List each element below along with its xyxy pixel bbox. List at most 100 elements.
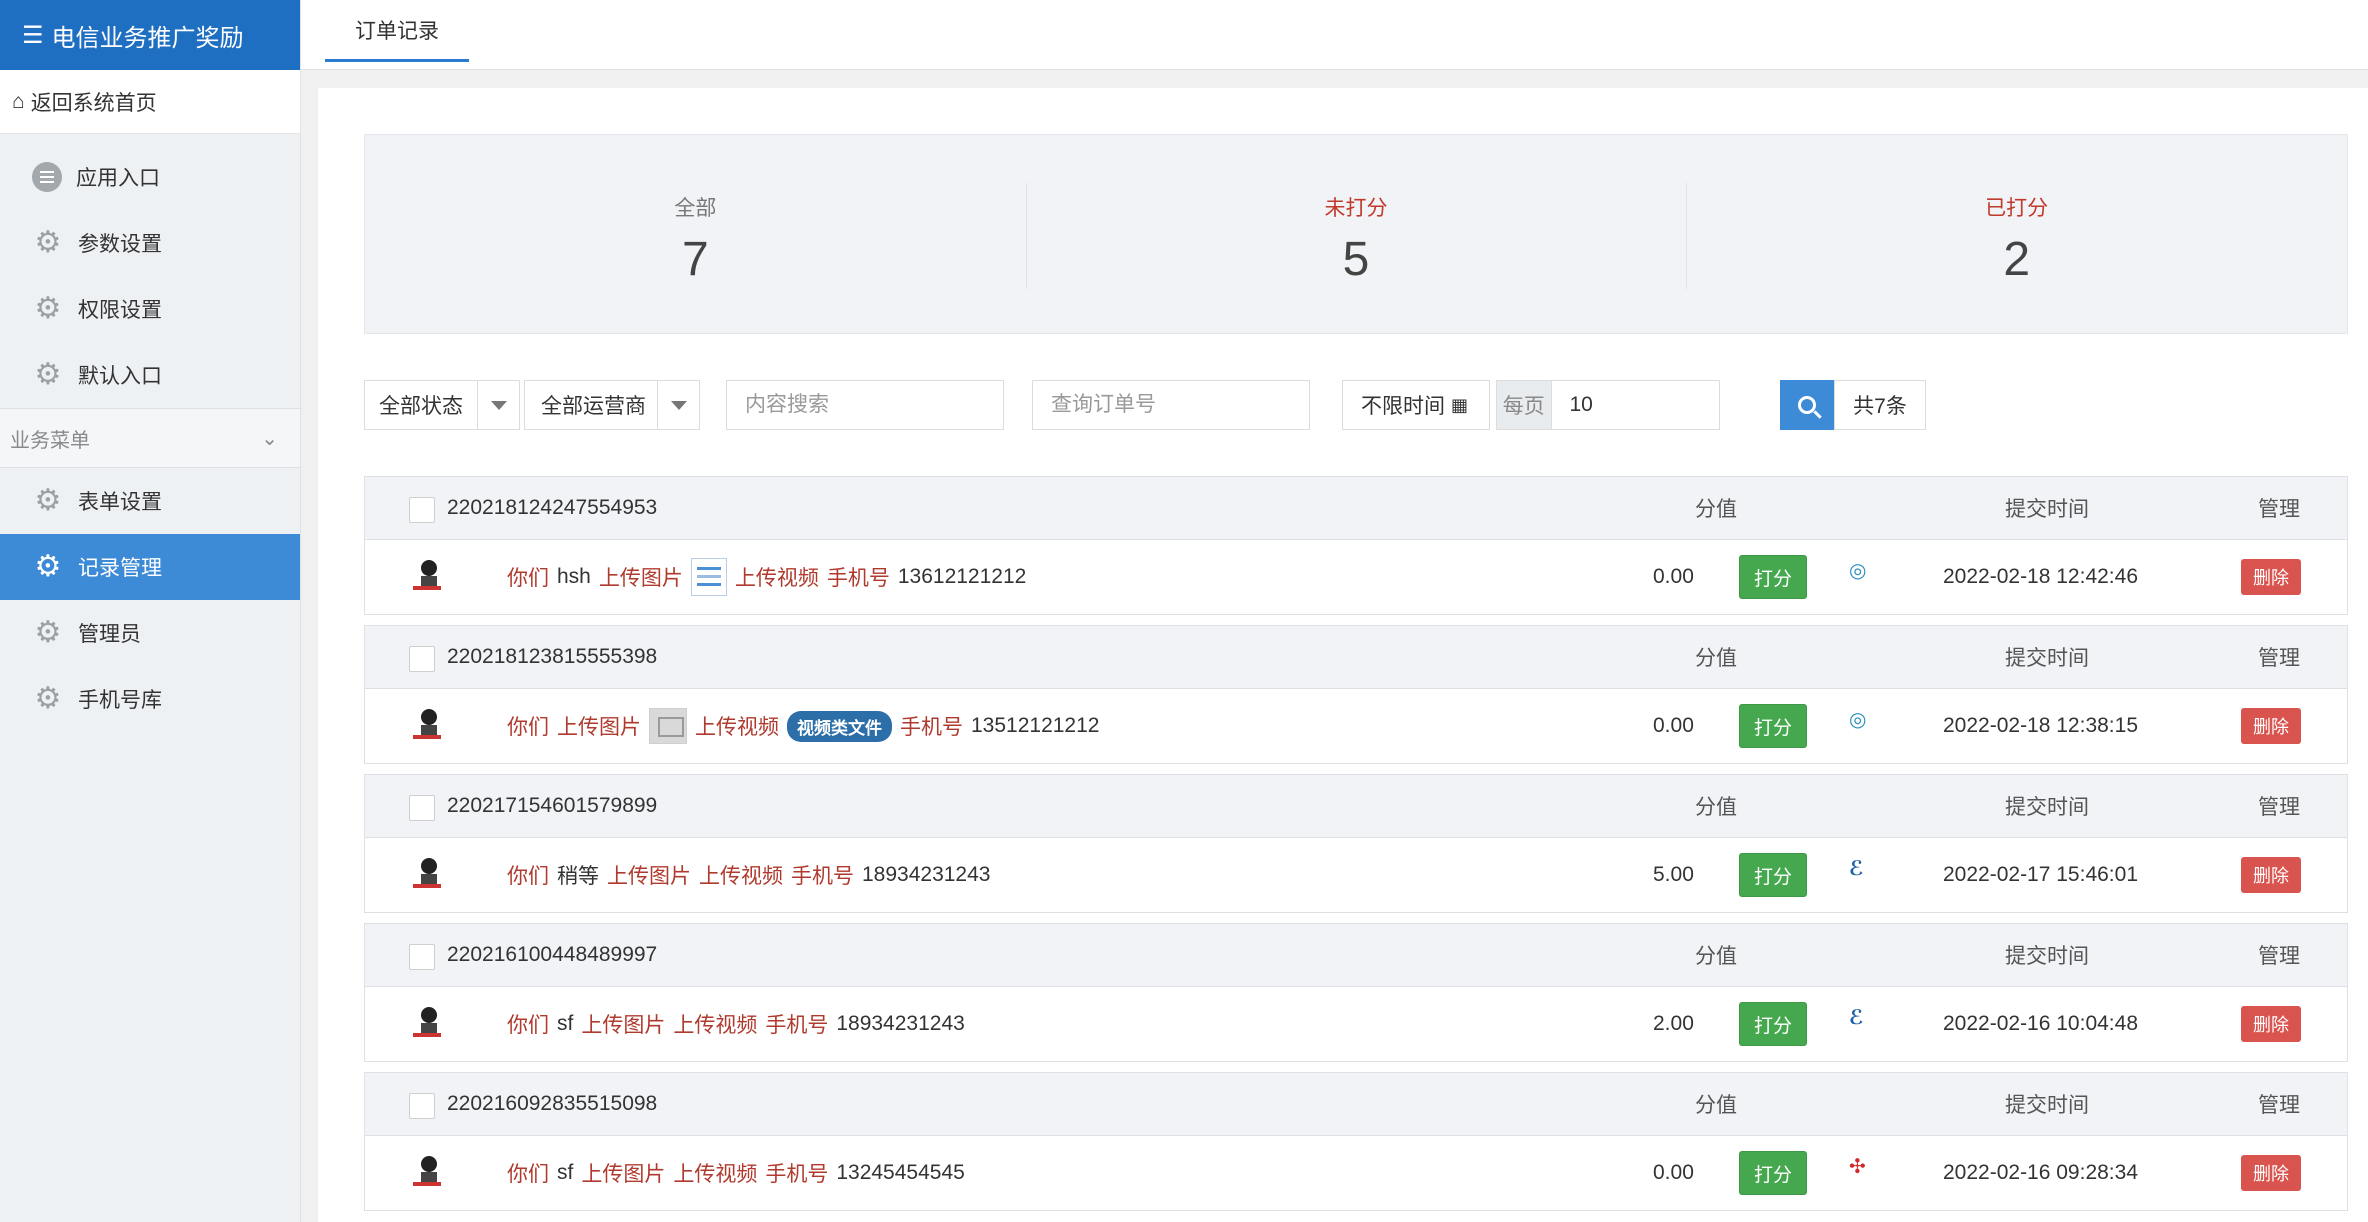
field-label-upload-video: 上传视频 [673,1163,758,1186]
caret-down-icon [490,400,507,410]
score-button[interactable]: 打分 [1739,853,1807,897]
delete-button[interactable]: 删除 [2241,1006,2301,1042]
order-checkbox[interactable] [409,646,435,672]
status-select[interactable]: 全部状态 [364,380,520,430]
search-button[interactable] [1780,380,1834,430]
stat-unscored[interactable]: 未打分 5 [1025,135,1687,333]
app-title-bar[interactable]: ☰ 电信业务推广奖励 [0,0,300,70]
video-file-badge[interactable]: 视频类文件 [787,710,892,742]
field-label-you: 你们 [507,716,549,739]
status-select-value: 全部状态 [379,395,463,418]
avatar [411,856,443,892]
caret-down-icon [670,400,687,410]
time-header: 提交时间 [2005,945,2089,968]
order-phone: 18934231243 [836,1012,965,1035]
order-phone: 13612121212 [897,565,1027,588]
sidebar-item-form-settings[interactable]: ⚙ 表单设置 [0,468,300,534]
score-button[interactable]: 打分 [1739,704,1807,748]
sidebar-item-default-entry[interactable]: ⚙ 默认入口 [0,342,300,408]
order-phone: 13245454545 [836,1161,965,1184]
sidebar-item-records[interactable]: ⚙ 记录管理 [0,534,300,600]
carrier-select-caret[interactable] [657,381,699,429]
order-header: 220217154601579899 分值 提交时间 管理 [365,775,2347,838]
sidebar-item-label: 参数设置 [78,233,162,256]
perpage-input[interactable] [1551,381,1719,429]
order-number: 220218124247554953 [447,496,658,519]
menu-toggle-icon[interactable]: ☰ [22,21,44,50]
order-text: sf [557,1012,574,1035]
home-link[interactable]: ⌂ 返回系统首页 [0,70,300,134]
stat-scored-value: 2 [2003,232,2031,286]
field-label-phone: 手机号 [765,1163,829,1186]
order-number: 220217154601579899 [447,794,658,817]
order-search-field[interactable] [1032,380,1310,430]
score-button[interactable]: 打分 [1739,1002,1807,1046]
sidebar-item-app-entry[interactable]: 应用入口 [0,144,300,210]
order-number: 220216100448489997 [447,943,658,966]
sidebar-item-phone-library[interactable]: ⚙ 手机号库 [0,666,300,732]
image-thumbnail[interactable] [690,558,727,596]
content-search-field[interactable] [726,380,1004,430]
tab-order-records[interactable]: 订单记录 [325,0,469,62]
order-search-input[interactable] [1033,381,1309,429]
gear-icon: ⚙ [34,358,62,391]
order-score: 0.00 [1653,1161,1694,1184]
carrier-select[interactable]: 全部运营商 [524,380,700,430]
china-telecom-icon: ℰ [1849,858,1864,880]
stat-scored-label: 已打分 [1985,196,2049,220]
nav-group-business[interactable]: 业务菜单 ⌄ [0,408,300,468]
order-score: 0.00 [1653,714,1694,737]
content-search-input[interactable] [727,381,1003,429]
order-text: hsh [557,565,591,588]
field-label-you: 你们 [507,567,549,590]
order-content: 你们 sf 上传图片 上传视频 手机号 13245454545 [507,1158,965,1188]
sidebar-item-permissions[interactable]: ⚙ 权限设置 [0,276,300,342]
score-button[interactable]: 打分 [1739,555,1807,599]
order-checkbox[interactable] [409,1093,435,1119]
stat-all-label: 全部 [674,196,717,220]
order-content: 你们 稍等 上传图片 上传视频 手机号 18934231243 [507,860,990,890]
perpage-field[interactable]: 每页 [1496,380,1720,430]
image-thumbnail[interactable] [649,708,687,744]
stat-scored[interactable]: 已打分 2 [1686,135,2347,333]
delete-button[interactable]: 删除 [2241,708,2301,744]
china-unicom-icon: ✣ [1849,1156,1866,1178]
time-filter-label: 不限时间 [1361,395,1445,418]
delete-button[interactable]: 删除 [2241,857,2301,893]
sidebar-item-label: 表单设置 [78,491,162,514]
order-content: 你们 sf 上传图片 上传视频 手机号 18934231243 [507,1009,965,1039]
score-button[interactable]: 打分 [1739,1151,1807,1195]
order-checkbox[interactable] [409,944,435,970]
status-select-caret[interactable] [477,381,519,429]
delete-button[interactable]: 删除 [2241,559,2301,595]
order-checkbox[interactable] [409,795,435,821]
avatar [411,558,443,594]
home-link-label: 返回系统首页 [30,91,157,115]
perpage-label: 每页 [1497,381,1552,429]
field-label-upload-image: 上传图片 [598,567,683,590]
order-number: 220218123815555398 [447,645,658,668]
field-label-you: 你们 [507,865,549,888]
field-label-you: 你们 [507,1014,549,1037]
sidebar-item-label: 记录管理 [78,557,162,580]
delete-button[interactable]: 删除 [2241,1155,2301,1191]
order-checkbox[interactable] [409,497,435,523]
order-row: 你们 上传图片 上传视频 视频类文件 手机号 13512121212 ◎ 0.0… [365,689,2347,763]
field-label-phone: 手机号 [826,567,890,590]
stat-all[interactable]: 全部 7 [365,135,1026,333]
sidebar-item-params[interactable]: ⚙ 参数设置 [0,210,300,276]
sidebar-item-label: 默认入口 [78,365,162,388]
sidebar-item-admins[interactable]: ⚙ 管理员 [0,600,300,666]
gear-icon: ⚙ [34,682,62,715]
manage-header: 管理 [2258,498,2300,521]
order-content: 你们 上传图片 上传视频 视频类文件 手机号 13512121212 [507,708,1099,744]
time-header: 提交时间 [2005,1094,2089,1117]
chat-icon [32,162,62,192]
score-header: 分值 [1695,945,1737,968]
field-label-you: 你们 [507,1163,549,1186]
time-filter[interactable]: 不限时间 ▦ [1342,380,1490,430]
order-phone: 13512121212 [971,714,1100,737]
time-header: 提交时间 [2005,647,2089,670]
order-card: 220216092835515098 分值 提交时间 管理 你们 sf 上传图片… [364,1072,2348,1211]
order-row: 你们 sf 上传图片 上传视频 手机号 13245454545 ✣ 0.00 打… [365,1136,2347,1210]
